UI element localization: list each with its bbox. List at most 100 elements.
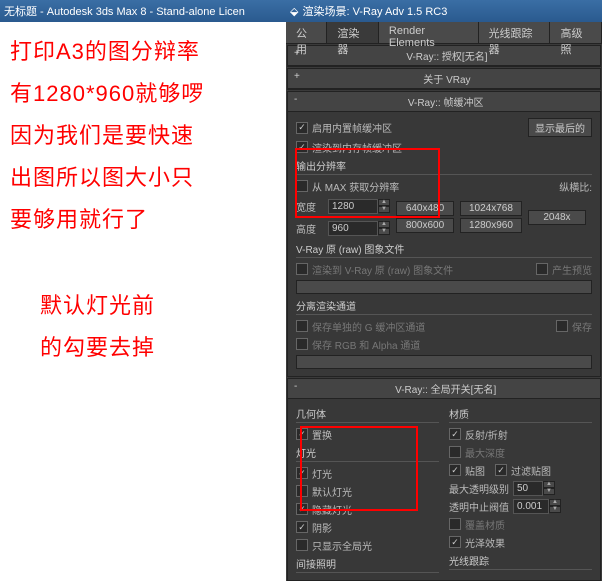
spin-down-icon[interactable]: ▼ (378, 228, 390, 235)
checkbox-show-gi[interactable] (296, 539, 308, 551)
left-window-titlebar: 无标题 - Autodesk 3ds Max 8 - Stand-alone L… (0, 0, 286, 22)
label-displacement: 置换 (312, 427, 332, 442)
annotation-line: 的勾要去掉 (40, 330, 276, 366)
label-maxdepth: 最大深度 (465, 445, 505, 460)
button-show-last[interactable]: 显示最后的 (528, 118, 592, 137)
input-transpcut[interactable] (513, 499, 549, 514)
group-raytrace: 光线跟踪 (449, 553, 592, 570)
spinner-maxtransp[interactable]: ▲▼ (513, 481, 555, 496)
label-default-lights: 默认灯光 (312, 484, 352, 499)
label-height: 高度 (296, 221, 324, 236)
annotation-line: 打印A3的图分辩率 (10, 34, 276, 70)
label-preview: 产生预览 (552, 262, 592, 277)
tab-renderer[interactable]: 渲染器 (327, 22, 379, 43)
checkbox-save[interactable] (556, 320, 568, 332)
label-filtermaps: 过滤贴图 (511, 463, 551, 478)
spinner-width[interactable]: ▲▼ (328, 199, 390, 214)
label-transpcut: 透明中止阀值 (449, 499, 509, 514)
tab-render-elements[interactable]: Render Elements (379, 22, 479, 43)
spin-up-icon[interactable]: ▲ (543, 481, 555, 488)
button-browse-raw[interactable] (296, 280, 592, 294)
label-save-rgb: 保存 RGB 和 Alpha 通道 (312, 337, 420, 352)
label-override-mtl: 覆盖材质 (465, 517, 505, 532)
button-browse-split[interactable] (296, 355, 592, 369)
spinner-height[interactable]: ▲▼ (328, 221, 390, 236)
group-lights: 灯光 (296, 445, 439, 462)
label-enable-vfb: 启用内置帧缓冲区 (312, 120, 392, 135)
annotation-line: 有1280*960就够啰 (10, 76, 276, 112)
checkbox-override-mtl[interactable] (449, 518, 461, 530)
preset-2048[interactable]: 2048x (528, 210, 586, 225)
checkbox-hidden-lights[interactable] (296, 503, 308, 515)
group-geometry: 几何体 (296, 406, 439, 423)
checkbox-save-rgb[interactable] (296, 338, 308, 350)
label-render-raw: 渲染到 V-Ray 原 (raw) 图象文件 (312, 262, 453, 277)
label-show-gi: 只显示全局光 (312, 538, 372, 553)
preset-640x480[interactable]: 640x480 (396, 201, 454, 216)
input-maxtransp[interactable] (513, 481, 543, 496)
annotation-overlay: 打印A3的图分辩率 有1280*960就够啰 因为我们是要快速 出图所以图大小只… (0, 22, 286, 384)
app-icon: ⬙ (290, 5, 298, 18)
spin-up-icon[interactable]: ▲ (378, 221, 390, 228)
checkbox-displacement[interactable] (296, 428, 308, 440)
annotation-line: 要够用就行了 (10, 202, 276, 238)
spinner-transpcut[interactable]: ▲▼ (513, 499, 561, 514)
label-glossy: 光泽效果 (465, 535, 505, 550)
label-maps: 贴图 (465, 463, 485, 478)
rollup-auth[interactable]: V-Ray:: 授权[无名] (288, 46, 600, 66)
left-window-title: 无标题 - Autodesk 3ds Max 8 - Stand-alone L… (4, 3, 245, 19)
group-output-res: 输出分辨率 (296, 158, 592, 175)
spin-down-icon[interactable]: ▼ (378, 206, 390, 213)
spin-up-icon[interactable]: ▲ (549, 499, 561, 506)
preset-800x600[interactable]: 800x600 (396, 218, 454, 233)
label-width: 宽度 (296, 199, 324, 214)
checkbox-from-max[interactable] (296, 180, 308, 192)
group-indirect: 间接照明 (296, 556, 439, 573)
label-shadows: 阴影 (312, 520, 332, 535)
label-hidden-lights: 隐藏灯光 (312, 502, 352, 517)
render-tabs: 公用 渲染器 Render Elements 光线跟踪器 高级照 (286, 22, 602, 44)
group-materials: 材质 (449, 406, 592, 423)
right-window-titlebar: ⬙ 渲染场景: V-Ray Adv 1.5 RC3 (286, 0, 602, 22)
spin-down-icon[interactable]: ▼ (549, 506, 561, 513)
input-height[interactable] (328, 221, 378, 236)
checkbox-reflrefr[interactable] (449, 428, 461, 440)
checkbox-save-gbuffer[interactable] (296, 320, 308, 332)
checkbox-enable-vfb[interactable] (296, 122, 308, 134)
label-lights: 灯光 (312, 466, 332, 481)
checkbox-maxdepth[interactable] (449, 446, 461, 458)
annotation-line: 出图所以图大小只 (10, 160, 276, 196)
tab-common[interactable]: 公用 (286, 22, 327, 43)
tab-advanced[interactable]: 高级照 (550, 22, 602, 43)
annotation-line: 默认灯光前 (40, 288, 276, 324)
label-reflrefr: 反射/折射 (465, 427, 508, 442)
preset-1280x960[interactable]: 1280x960 (460, 218, 522, 233)
right-window-title: 渲染场景: V-Ray Adv 1.5 RC3 (302, 3, 447, 19)
label-from-max: 从 MAX 获取分辨率 (312, 179, 399, 194)
group-raw-image: V-Ray 原 (raw) 图象文件 (296, 241, 592, 258)
tab-raytracer[interactable]: 光线跟踪器 (479, 22, 551, 43)
checkbox-lights[interactable] (296, 467, 308, 479)
checkbox-maps[interactable] (449, 464, 461, 476)
rollup-framebuffer[interactable]: V-Ray:: 帧缓冲区 (288, 92, 600, 112)
rollup-global-switches[interactable]: V-Ray:: 全局开关[无名] (288, 379, 600, 399)
label-render-mem: 渲染到内存帧缓冲区 (312, 140, 402, 155)
input-width[interactable] (328, 199, 378, 214)
label-maxtransp: 最大透明级别 (449, 481, 509, 496)
checkbox-default-lights[interactable] (296, 485, 308, 497)
rollup-about[interactable]: 关于 VRay (288, 69, 600, 89)
checkbox-render-mem[interactable] (296, 141, 308, 153)
checkbox-glossy[interactable] (449, 536, 461, 548)
checkbox-shadows[interactable] (296, 521, 308, 533)
label-aspect: 纵横比: (559, 179, 592, 194)
preset-1024x768[interactable]: 1024x768 (460, 201, 522, 216)
spin-down-icon[interactable]: ▼ (543, 488, 555, 495)
spin-up-icon[interactable]: ▲ (378, 199, 390, 206)
checkbox-preview[interactable] (536, 263, 548, 275)
label-save-gbuffer: 保存单独的 G 缓冲区通道 (312, 319, 425, 334)
annotation-line: 因为我们是要快速 (10, 118, 276, 154)
group-split-channels: 分离渲染通道 (296, 298, 592, 315)
label-save: 保存 (572, 319, 592, 334)
checkbox-render-raw[interactable] (296, 263, 308, 275)
checkbox-filtermaps[interactable] (495, 464, 507, 476)
